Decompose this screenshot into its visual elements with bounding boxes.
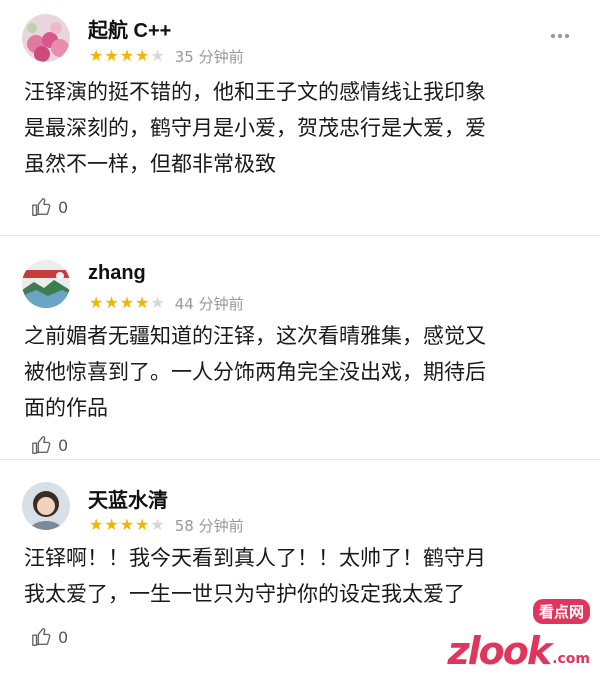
like-count: 0 [58, 435, 69, 455]
star-rating: ★ ★ ★ ★ ★ [89, 517, 166, 533]
like-count: 0 [58, 627, 69, 647]
star-filled-icon: ★ [104, 46, 119, 65]
comment-line: 虽然不一样，但都非常极致 [24, 152, 276, 176]
landscape-avatar-icon [22, 260, 70, 308]
comment-card: 起航 C++ ★ ★ ★ ★ ★ 35 分钟前 汪铎演的挺不错的，他和王子文的感… [0, 0, 600, 236]
rating-meta: ★ ★ ★ ★ ★ 44 分钟前 [89, 293, 244, 313]
user-avatar[interactable] [22, 14, 70, 62]
star-filled-icon: ★ [104, 515, 119, 534]
more-options-icon[interactable] [550, 26, 570, 46]
like-count: 0 [58, 197, 69, 217]
star-filled-icon: ★ [104, 293, 119, 312]
username[interactable]: 起航 C++ [88, 14, 171, 43]
watermark-suffix: .com [552, 651, 590, 667]
comment-text: 之前媚者无疆知道的汪铎，这次看晴雅集，感觉又 被他惊喜到了。一人分饰两角完全没出… [24, 318, 580, 426]
star-empty-icon: ★ [150, 46, 165, 65]
comment-text: 汪铎演的挺不错的，他和王子文的感情线让我印象 是最深刻的，鹤守月是小爱，贺茂忠行… [24, 74, 580, 182]
star-filled-icon: ★ [89, 293, 104, 312]
star-rating: ★ ★ ★ ★ ★ [89, 295, 166, 311]
user-avatar[interactable] [22, 482, 70, 530]
comment-time: 35 分钟前 [174, 47, 244, 66]
star-filled-icon: ★ [135, 293, 150, 312]
star-filled-icon: ★ [89, 46, 104, 65]
like-button[interactable]: 0 [31, 434, 68, 456]
watermark-text: zlook [447, 629, 553, 673]
rating-meta: ★ ★ ★ ★ ★ 58 分钟前 [89, 515, 244, 535]
like-button[interactable]: 0 [31, 626, 68, 648]
username[interactable]: 天蓝水清 [88, 484, 168, 513]
comment-line: 面的作品 [24, 396, 108, 420]
comment-line: 被他惊喜到了。一人分饰两角完全没出戏，期待后 [24, 360, 486, 384]
comment-line: 之前媚者无疆知道的汪铎，这次看晴雅集，感觉又 [24, 324, 486, 348]
comment-line: 汪铎啊！！我今天看到真人了！！太帅了！鹤守月 [24, 546, 486, 570]
site-watermark-logo: 看点网 zlook .com [447, 599, 590, 673]
comment-time: 44 分钟前 [174, 294, 244, 313]
thumbs-up-icon [32, 628, 51, 646]
star-rating: ★ ★ ★ ★ ★ [89, 48, 166, 64]
flower-avatar-icon [22, 14, 70, 62]
star-filled-icon: ★ [119, 293, 135, 312]
star-empty-icon: ★ [150, 293, 165, 312]
comment-line: 我太爱了，一生一世只为守护你的设定我太爱了 [24, 582, 465, 606]
comment-time: 58 分钟前 [174, 516, 244, 535]
comment-line: 汪铎演的挺不错的，他和王子文的感情线让我印象 [24, 80, 486, 104]
like-button[interactable]: 0 [31, 196, 68, 218]
comment-text: 汪铎啊！！我今天看到真人了！！太帅了！鹤守月 我太爱了，一生一世只为守护你的设定… [24, 540, 580, 612]
rating-meta: ★ ★ ★ ★ ★ 35 分钟前 [89, 46, 244, 66]
watermark-badge: 看点网 [532, 599, 590, 624]
star-filled-icon: ★ [135, 46, 150, 65]
thumbs-up-icon [32, 198, 51, 216]
star-filled-icon: ★ [119, 46, 135, 65]
username[interactable]: zhang [88, 262, 146, 285]
star-filled-icon: ★ [89, 515, 104, 534]
portrait-avatar-icon [22, 482, 70, 530]
star-empty-icon: ★ [150, 515, 165, 534]
thumbs-up-icon [32, 436, 51, 454]
comment-line: 是最深刻的，鹤守月是小爱，贺茂忠行是大爱，爱 [24, 116, 486, 140]
star-filled-icon: ★ [119, 515, 135, 534]
comment-card: zhang ★ ★ ★ ★ ★ 44 分钟前 之前媚者无疆知道的汪铎，这次看晴雅… [0, 236, 600, 460]
user-avatar[interactable] [22, 260, 70, 308]
star-filled-icon: ★ [135, 515, 150, 534]
